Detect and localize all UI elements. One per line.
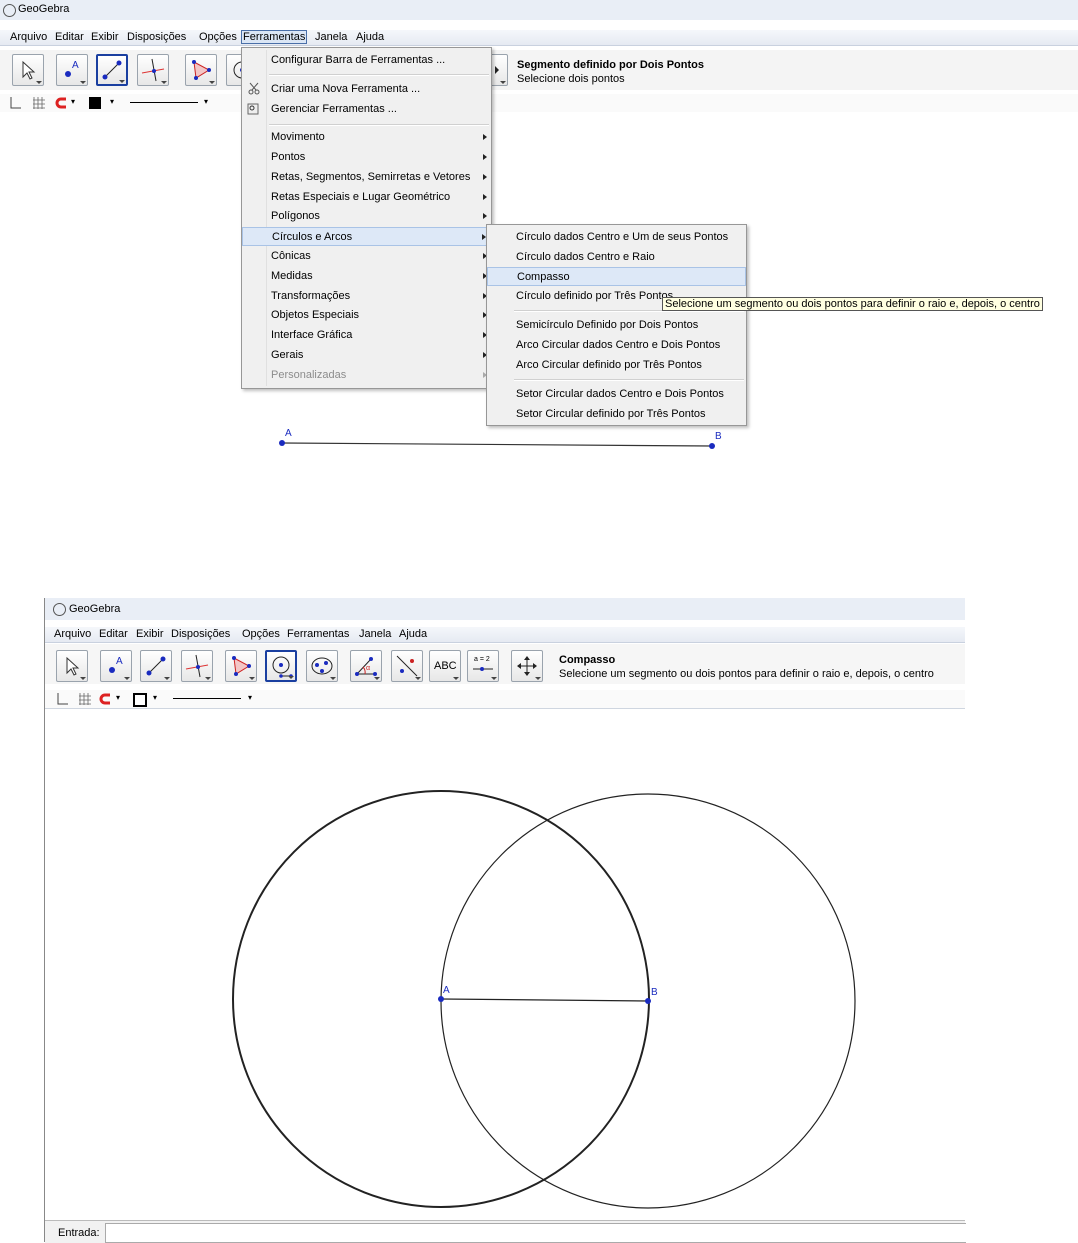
tool-ellipse[interactable] <box>306 650 338 682</box>
point-a-label: A <box>443 985 450 996</box>
submenu-arrow-icon <box>483 174 487 180</box>
segment-ab <box>440 998 649 1002</box>
svg-text:A: A <box>116 656 123 667</box>
input-label: Entrada: <box>58 1227 100 1239</box>
tool-text[interactable]: ABC <box>429 650 461 682</box>
tool-segment[interactable] <box>140 650 172 682</box>
point-b[interactable] <box>645 998 651 1004</box>
ferramentas-menu: Configurar Barra de Ferramentas ... Cria… <box>241 47 492 389</box>
tool-move[interactable] <box>56 650 88 682</box>
point-b-label: B <box>651 987 658 998</box>
menu-item-gerais[interactable]: Gerais <box>242 346 491 365</box>
menu-item-circulo-centro-raio[interactable]: Círculo dados Centro e Raio <box>487 248 746 267</box>
tool-move-view[interactable] <box>511 650 543 682</box>
point-b[interactable] <box>709 443 715 449</box>
axes-icon[interactable] <box>55 692 69 706</box>
menu-ferramentas[interactable]: Ferramentas <box>287 628 349 640</box>
menu-item-circulos-arcos[interactable]: Círculos e Arcos <box>242 227 491 246</box>
menu-separator <box>269 124 489 126</box>
menu-item-setor-centro-pontos[interactable]: Setor Circular dados Centro e Dois Ponto… <box>487 385 746 404</box>
style-bar: ▾ ▾ ▾ <box>45 690 965 709</box>
tool-polygon[interactable] <box>225 650 257 682</box>
point-b-label: B <box>715 431 722 442</box>
menu-item-circulo-centro-ponto[interactable]: Círculo dados Centro e Um de seus Pontos <box>487 228 746 247</box>
dropdown-arrow-icon[interactable]: ▾ <box>116 693 120 702</box>
menu-item-retas-especiais[interactable]: Retas Especiais e Lugar Geométrico <box>242 188 491 207</box>
menu-item-setor-tres-pontos[interactable]: Setor Circular definido por Três Pontos <box>487 405 746 424</box>
input-bar: Entrada: <box>45 1220 966 1243</box>
menu-bar: Arquivo Editar Exibir Disposições Opções… <box>45 627 965 643</box>
menu-item-transformacoes[interactable]: Transformações <box>242 287 491 306</box>
grid-icon[interactable] <box>78 692 92 706</box>
menu-item-personalizadas: Personalizadas <box>242 366 491 385</box>
bottom-window: GeoGebra Arquivo Editar Exibir Disposiçõ… <box>44 598 966 1243</box>
tool-help-title: Compasso <box>559 654 616 666</box>
line-style-icon[interactable] <box>173 698 241 699</box>
menu-item-gerenciar-ferramentas[interactable]: Gerenciar Ferramentas ... <box>242 100 491 119</box>
menu-exibir[interactable]: Exibir <box>136 628 164 640</box>
graphics-view[interactable] <box>45 710 965 1220</box>
menu-opcoes[interactable]: Opções <box>242 628 280 640</box>
tooltip: Selecione um segmento ou dois pontos par… <box>662 297 1043 311</box>
magnet-icon[interactable] <box>99 692 113 706</box>
menu-editar[interactable]: Editar <box>99 628 128 640</box>
toolbar: A α ABC a = 2 Compasso Selecione um segm… <box>45 644 965 684</box>
point-a[interactable] <box>438 996 444 1002</box>
menu-item-arco-centro-pontos[interactable]: Arco Circular dados Centro e Dois Pontos <box>487 336 746 355</box>
tool-slider[interactable]: a = 2 <box>467 650 499 682</box>
submenu-arrow-icon <box>483 134 487 140</box>
svg-text:α: α <box>366 665 370 672</box>
menu-item-conicas[interactable]: Cônicas <box>242 247 491 266</box>
dropdown-arrow-icon[interactable]: ▾ <box>153 693 157 702</box>
geogebra-logo-icon <box>53 603 66 616</box>
menu-item-configurar-barra[interactable]: Configurar Barra de Ferramentas ... <box>242 51 491 70</box>
submenu-arrow-icon <box>483 213 487 219</box>
manage-tools-icon <box>247 103 259 115</box>
menu-item-arco-tres-pontos[interactable]: Arco Circular definido por Três Pontos <box>487 356 746 375</box>
point-a[interactable] <box>279 440 285 446</box>
menu-item-criar-ferramenta[interactable]: Criar uma Nova Ferramenta ... <box>242 80 491 99</box>
menu-item-semicirculo[interactable]: Semicírculo Definido por Dois Pontos <box>487 316 746 335</box>
menu-item-poligonos[interactable]: Polígonos <box>242 207 491 226</box>
menu-item-medidas[interactable]: Medidas <box>242 267 491 286</box>
title-bar: GeoGebra <box>45 598 965 620</box>
top-window: GeoGebra Arquivo Editar Exibir Disposiçõ… <box>0 0 1078 470</box>
window-title: GeoGebra <box>69 603 121 615</box>
menu-item-pontos[interactable]: Pontos <box>242 148 491 167</box>
menu-janela[interactable]: Janela <box>359 628 391 640</box>
dropdown-arrow-icon[interactable]: ▾ <box>248 693 252 702</box>
input-field[interactable] <box>105 1223 966 1243</box>
submenu-arrow-icon <box>483 194 487 200</box>
menu-item-interface-grafica[interactable]: Interface Gráfica <box>242 326 491 345</box>
menu-arquivo[interactable]: Arquivo <box>54 628 91 640</box>
submenu-arrow-icon <box>483 154 487 160</box>
circulos-arcos-submenu: Círculo dados Centro e Um de seus Pontos… <box>486 224 747 426</box>
menu-disposicoes[interactable]: Disposições <box>171 628 230 640</box>
tool-angle[interactable]: α <box>350 650 382 682</box>
menu-separator <box>269 74 489 76</box>
text-tool-label: ABC <box>434 660 457 672</box>
menu-item-objetos-especiais[interactable]: Objetos Especiais <box>242 306 491 325</box>
tool-reflect[interactable] <box>391 650 423 682</box>
tool-perpendicular[interactable] <box>181 650 213 682</box>
menu-ajuda[interactable]: Ajuda <box>399 628 427 640</box>
fill-style-swatch[interactable] <box>133 693 147 707</box>
tool-help-description: Selecione um segmento ou dois pontos par… <box>559 668 934 680</box>
menu-separator <box>514 379 744 381</box>
menu-item-compasso[interactable]: Compasso <box>487 267 746 286</box>
tool-compass[interactable] <box>265 650 297 682</box>
menu-item-movimento[interactable]: Movimento <box>242 128 491 147</box>
point-a-label: A <box>285 428 292 439</box>
scissors-icon <box>248 82 260 95</box>
menu-item-retas-segmentos[interactable]: Retas, Segmentos, Semirretas e Vetores <box>242 168 491 187</box>
tool-point[interactable]: A <box>100 650 132 682</box>
